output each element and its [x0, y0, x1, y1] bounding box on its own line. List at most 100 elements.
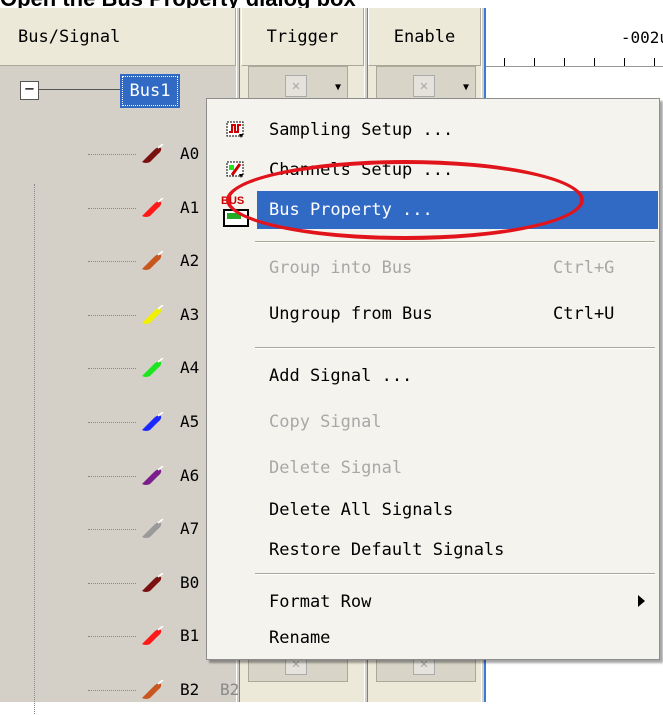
menu-item-rename[interactable]: Rename	[207, 619, 659, 657]
tree-connector	[88, 582, 136, 584]
tree-connector	[88, 207, 136, 209]
signal-name: B1	[180, 626, 200, 646]
tree-connector	[88, 368, 136, 370]
menu-item-shortcut: Ctrl+U	[553, 304, 615, 324]
menu-item-group-into-bus[interactable]: Group into Bus Ctrl+G	[207, 249, 659, 287]
menu-item-restore-default-signals[interactable]: Restore Default Signals	[207, 531, 659, 569]
menu-item-label: Rename	[269, 628, 331, 648]
tree-row-signal[interactable]: A7	[0, 501, 236, 554]
tree-row-signal[interactable]: A3	[0, 287, 236, 340]
signal-name: B2	[180, 680, 200, 699]
menu-item-label: Format Row	[269, 592, 372, 612]
bus-name-selected[interactable]: Bus1	[120, 74, 180, 108]
submenu-arrow-icon	[638, 595, 645, 607]
probe-clip-icon	[142, 144, 164, 163]
tree-row-bus[interactable]: − Bus1	[0, 66, 236, 126]
tree-row-signal[interactable]: B1	[0, 608, 236, 661]
probe-clip-icon	[142, 358, 164, 378]
column-header-enable-label: Enable	[393, 26, 456, 47]
time-ruler: -002u	[486, 8, 663, 67]
bus-property-icon: BUS	[221, 195, 251, 227]
tree-row-signal[interactable]: B0	[0, 555, 236, 608]
ruler-tick	[504, 58, 505, 66]
probe-clip-icon	[142, 519, 164, 539]
tree-connector	[88, 261, 136, 263]
column-header-bus-signal-label: Bus/Signal	[18, 26, 121, 47]
menu-item-add-signal[interactable]: Add Signal ...	[207, 357, 659, 395]
menu-item-bus-property[interactable]: Bus Property ...	[257, 191, 658, 229]
ruler-tick	[564, 58, 565, 66]
bus-icon-text: BUS	[221, 195, 245, 207]
tree-connector	[88, 314, 136, 316]
signal-name: A6	[180, 465, 200, 485]
signal-name: A4	[180, 358, 200, 378]
ruler-tick	[654, 58, 655, 66]
signal-name: A7	[180, 519, 200, 539]
tree-connector	[88, 690, 136, 691]
probe-clip-icon	[142, 572, 164, 592]
tree-row-signal[interactable]: A5	[0, 394, 236, 447]
ruler-tick	[534, 58, 535, 66]
menu-item-label: Channels Setup ...	[269, 160, 454, 180]
signal-name: A1	[180, 197, 200, 217]
tree-row-signal[interactable]: A2	[0, 233, 236, 286]
menu-item-copy-signal[interactable]: Copy Signal	[207, 403, 659, 441]
tree-connector	[88, 475, 136, 477]
menu-item-delete-all-signals[interactable]: Delete All Signals	[207, 491, 659, 529]
disabled-x-icon: ✕	[413, 75, 435, 97]
menu-item-channels-setup[interactable]: Channels Setup ...	[207, 151, 659, 189]
tree-connector	[88, 154, 136, 155]
column-header-trigger-label: Trigger	[266, 26, 339, 47]
probe-clip-icon	[142, 680, 164, 699]
signal-name: A3	[180, 304, 200, 324]
signal-name: A5	[180, 412, 200, 431]
time-ruler-label: -002u	[620, 28, 663, 47]
tree-row-signal[interactable]: B2 B2	[0, 662, 240, 715]
probe-clip-icon	[142, 304, 164, 324]
menu-separator	[255, 241, 655, 243]
probe-clip-icon	[142, 465, 164, 485]
tree-row-signal[interactable]: A6	[0, 448, 236, 501]
tree-row-signal[interactable]: A0	[0, 126, 236, 179]
probe-clip-icon	[142, 197, 164, 217]
menu-item-label: Add Signal ...	[269, 366, 413, 386]
menu-item-label: Sampling Setup ...	[269, 120, 454, 140]
dropdown-arrow-icon[interactable]: ▼	[331, 79, 345, 97]
menu-item-label: Copy Signal	[269, 412, 382, 432]
ruler-tick	[594, 58, 595, 66]
probe-clip-icon	[142, 412, 164, 431]
probe-clip-icon	[142, 626, 164, 646]
menu-item-delete-signal[interactable]: Delete Signal	[207, 449, 659, 487]
signal-extra-label: B2	[220, 680, 240, 699]
tree-row-signal[interactable]: A4	[0, 340, 236, 393]
menu-separator	[255, 573, 655, 575]
tree-connector	[88, 422, 136, 423]
signal-name: A2	[180, 251, 200, 271]
menu-item-label: Delete All Signals	[269, 500, 454, 520]
menu-item-label: Restore Default Signals	[269, 540, 505, 560]
ruler-tick	[624, 58, 625, 66]
probe-clip-icon	[142, 251, 164, 271]
disabled-x-icon: ✕	[285, 75, 307, 97]
collapse-icon[interactable]: −	[20, 81, 39, 100]
tree-connector	[88, 529, 136, 531]
tree-connector	[88, 636, 136, 638]
tree-connector	[38, 89, 122, 90]
menu-item-ungroup-from-bus[interactable]: Ungroup from Bus Ctrl+U	[207, 295, 659, 333]
menu-item-shortcut: Ctrl+G	[553, 258, 615, 278]
menu-item-label: Group into Bus	[269, 258, 413, 278]
column-header-enable[interactable]: Enable	[368, 8, 481, 66]
dropdown-arrow-icon[interactable]: ▼	[459, 79, 473, 97]
menu-item-label: Ungroup from Bus	[269, 304, 433, 324]
signal-name: B0	[180, 572, 200, 592]
menu-separator	[255, 347, 655, 349]
column-header-bus-signal[interactable]: Bus/Signal	[0, 8, 236, 66]
menu-item-label: Delete Signal	[269, 458, 403, 478]
tree-row-signal[interactable]: A1	[0, 180, 236, 233]
context-menu: Sampling Setup ... Channels Setup ... Bu…	[206, 98, 660, 660]
menu-item-format-row[interactable]: Format Row	[207, 583, 659, 621]
column-header-trigger[interactable]: Trigger	[241, 8, 364, 66]
sampling-setup-icon	[226, 121, 244, 138]
signal-name: A0	[180, 144, 200, 163]
menu-item-sampling-setup[interactable]: Sampling Setup ...	[207, 111, 659, 149]
